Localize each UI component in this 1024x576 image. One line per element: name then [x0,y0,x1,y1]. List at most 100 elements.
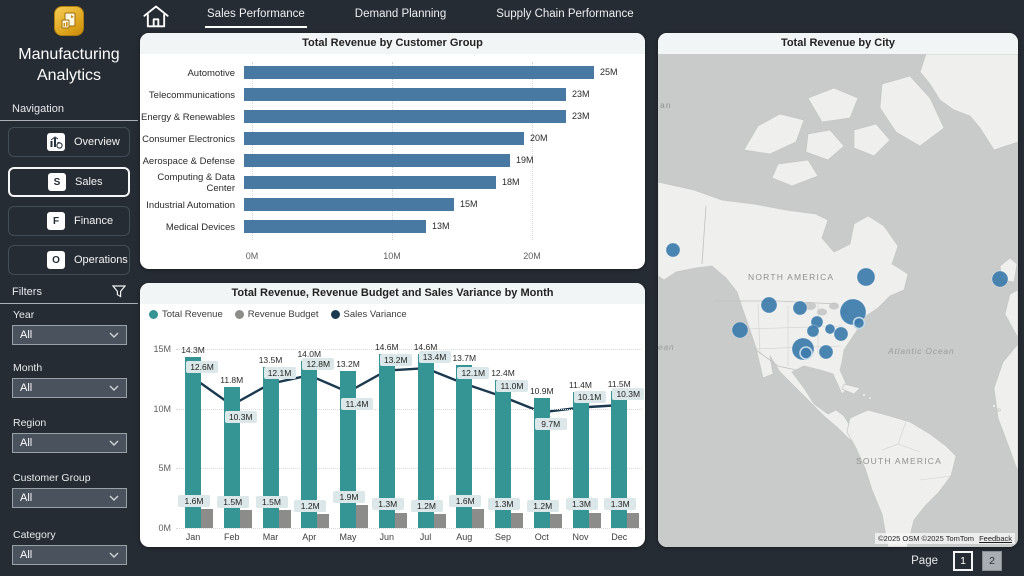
revenue-budget-label: 1.2M [527,500,559,512]
filter-label: Customer Group [13,472,138,484]
filter-dropdown[interactable]: All [12,378,127,398]
legend-label: Total Revenue [162,309,223,320]
revenue-budget-bar[interactable] [550,514,562,528]
bar-row[interactable]: Telecommunications23M [140,84,645,106]
sidebar-item-label: Sales [75,176,103,188]
legend-item[interactable]: Sales Variance [331,309,407,320]
legend-item[interactable]: Revenue Budget [235,309,319,320]
sidebar-item-operations[interactable]: OOperations [8,245,130,275]
bar[interactable] [244,198,454,211]
revenue-budget-bar[interactable] [201,509,213,528]
bar[interactable] [244,88,566,101]
x-axis-tick: 0M [246,251,259,261]
revenue-budget-bar[interactable] [240,510,252,528]
filters-header-label: Filters [12,286,42,298]
bar-row[interactable]: Computing & Data Center18M [140,172,645,194]
filter-value: All [20,549,32,561]
tab-demand-planning[interactable]: Demand Planning [353,4,448,28]
map-canvas[interactable]: an NORTH AMERICA ean Atlantic Ocean SOUT… [658,54,1018,547]
revenue-budget-label: 1.3M [604,498,636,510]
sales-variance-label: 11.4M [341,398,373,410]
bar-row[interactable]: Industrial Automation15M [140,194,645,216]
bar-row[interactable]: Automotive25M [140,62,645,84]
filter-label: Year [13,309,138,321]
chart-title: Total Revenue by Customer Group [140,33,645,54]
map-label-north-america: NORTH AMERICA [748,272,834,282]
category-label: Industrial Automation [140,200,244,211]
city-bubble[interactable] [793,301,807,315]
map-label-atlantic-ocean: Atlantic Ocean [888,346,954,356]
revenue-budget-label: 1.3M [488,498,520,510]
city-bubble[interactable] [761,297,777,313]
filter-value: All [20,382,32,394]
bar-row[interactable]: Aerospace & Defense19M [140,150,645,172]
bar-row[interactable]: Energy & Renewables23M [140,106,645,128]
filter-dropdown[interactable]: All [12,545,127,565]
bar[interactable] [244,110,566,123]
bar-value-label: 23M [572,89,590,99]
revenue-budget-bar[interactable] [434,514,446,528]
city-bubble[interactable] [857,268,875,286]
total-revenue-bar[interactable] [340,371,356,528]
chart-legend: Total Revenue Revenue Budget Sales Varianc… [149,309,407,320]
home-icon[interactable] [142,4,170,30]
navigation-header: Navigation [0,103,138,121]
dashboard-root: Manufacturing Analytics Navigation Overv… [0,0,1024,576]
category-label: Medical Devices [140,222,244,233]
bar-track: 23M [244,84,645,106]
revenue-budget-label: 1.2M [411,500,443,512]
city-bubble[interactable] [992,271,1008,287]
city-bubble[interactable] [732,322,748,338]
city-bubble[interactable] [825,324,835,334]
city-bubble[interactable] [807,325,819,337]
revenue-budget-label: 1.6M [178,495,210,507]
tab-sales-performance[interactable]: Sales Performance [205,4,307,28]
sidebar-item-label: Overview [74,136,120,148]
bar-row[interactable]: Medical Devices 13M [140,216,645,238]
sidebar-item-overview[interactable]: Overview [8,127,130,157]
bar[interactable] [244,154,510,167]
bar[interactable] [244,132,524,145]
filter-dropdown[interactable]: All [12,325,127,345]
filter-dropdown[interactable]: All [12,488,127,508]
filter-value: All [20,437,32,449]
city-bubble[interactable] [854,318,865,329]
x-axis-month-label: Sep [483,532,523,542]
sidebar: Manufacturing Analytics Navigation Overv… [0,0,138,576]
sidebar-item-sales[interactable]: SSales [8,167,130,197]
bar[interactable] [244,176,496,189]
revenue-budget-bar[interactable] [395,513,407,529]
legend-label: Sales Variance [344,309,407,320]
city-bubble[interactable] [819,345,833,359]
revenue-budget-bar[interactable] [589,513,601,529]
filter-dropdown[interactable]: All [12,433,127,453]
chevron-down-icon [109,552,119,558]
bar[interactable] [244,66,594,79]
legend-item[interactable]: Total Revenue [149,309,223,320]
report-tabs: Sales Performance Demand Planning Supply C… [205,0,636,32]
total-revenue-label: 13.5M [253,355,289,365]
revenue-budget-bar[interactable] [279,510,291,528]
page-button-1[interactable]: 1 [953,551,973,571]
page-button-2[interactable]: 2 [982,551,1002,571]
bar-row[interactable]: Consumer Electronics20M [140,128,645,150]
map-feedback-link[interactable]: Feedback [979,534,1012,543]
chart-title: Total Revenue, Revenue Budget and Sales … [140,283,645,304]
city-bubble[interactable] [666,243,680,257]
sidebar-item-finance[interactable]: FFinance [8,206,130,236]
filter-value: All [20,492,32,504]
total-revenue-label: 14.3M [175,345,211,355]
bar-value-label: 13M [432,221,450,231]
tab-supply-chain-performance[interactable]: Supply Chain Performance [494,4,635,28]
bar[interactable] [244,220,426,233]
total-revenue-label: 13.7M [446,353,482,363]
revenue-budget-bar[interactable] [511,513,523,529]
revenue-budget-bar[interactable] [317,514,329,528]
revenue-budget-bar[interactable] [356,505,368,528]
filter-category: CategoryAll [0,529,138,565]
revenue-budget-bar[interactable] [472,509,484,528]
revenue-budget-bar[interactable] [627,513,639,529]
city-bubble[interactable] [834,327,848,341]
legend-label: Revenue Budget [248,309,319,320]
city-bubble[interactable] [800,347,812,359]
